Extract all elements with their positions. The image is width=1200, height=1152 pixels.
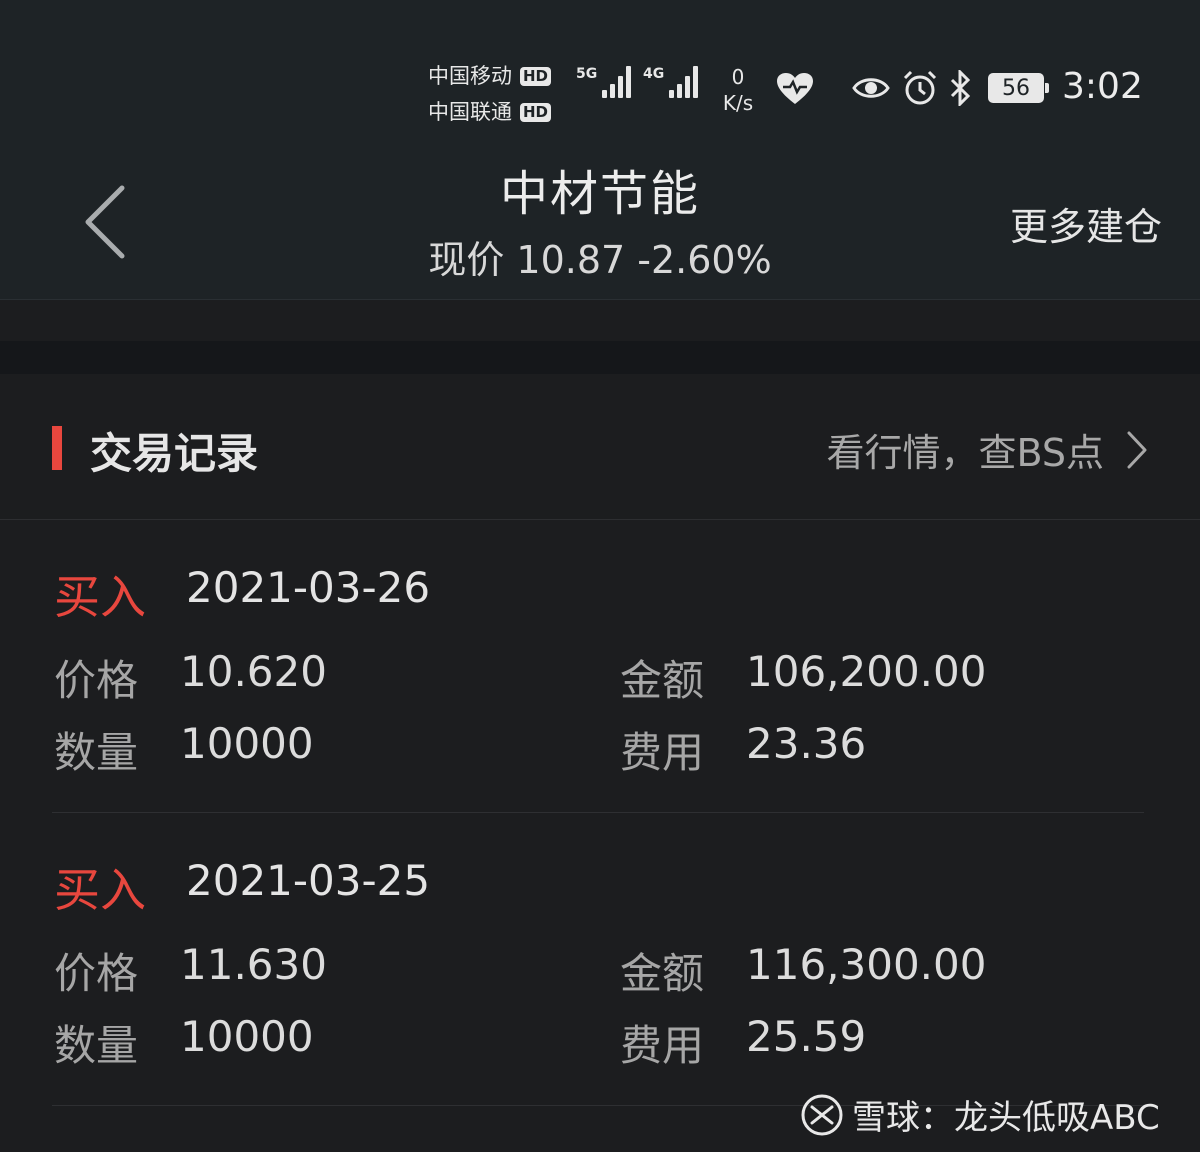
quantity-label: 数量: [54, 1021, 139, 1070]
network-speed: 0 K/s: [716, 64, 760, 116]
fee-value: 25.59: [746, 1012, 867, 1061]
amount-value: 106,200.00: [746, 647, 987, 696]
battery-icon: 56: [988, 73, 1049, 103]
section-accent-bar: [52, 426, 62, 470]
trade-date: 2021-03-26: [186, 563, 431, 612]
price-value: 10.620: [180, 647, 327, 696]
fee-value: 23.36: [746, 719, 867, 768]
price-label: 价格: [54, 949, 139, 998]
net-5g-label: 5G: [576, 66, 598, 82]
divider: [52, 812, 1144, 813]
more-positions-button[interactable]: 更多建仓: [1010, 196, 1162, 251]
separator-band: [0, 341, 1200, 374]
spacer: [0, 301, 1200, 341]
trade-type: 买入: [54, 570, 146, 624]
speed-unit: K/s: [722, 91, 754, 115]
trade-type: 买入: [54, 863, 146, 917]
hd-badge: HD: [520, 66, 552, 86]
hd-badge: HD: [520, 102, 552, 122]
speed-value: 0: [731, 65, 745, 89]
alarm-icon: [903, 70, 937, 105]
trade-record[interactable]: 买入 2021-03-25 价格 11.630 金额 116,300.00 数量…: [0, 814, 1200, 1106]
quantity-value: 10000: [180, 1012, 314, 1061]
amount-value: 116,300.00: [746, 940, 987, 989]
status-bar: 中国移动 HD 中国联通 HD 5G 4G 0 K/s 56 3:02: [0, 0, 1200, 140]
signal-4g-icon: 4G: [643, 66, 699, 98]
section-header: 交易记录 看行情，查BS点: [0, 374, 1200, 520]
carrier-1: 中国移动: [428, 64, 512, 88]
carrier-2: 中国联通: [428, 100, 512, 124]
view-market-link[interactable]: 看行情，查BS点: [826, 422, 1148, 477]
amount-label: 金额: [620, 949, 705, 998]
xueqiu-logo-icon: [801, 1094, 843, 1135]
fee-label: 费用: [620, 728, 705, 777]
quantity-label: 数量: [54, 728, 139, 777]
net-4g-label: 4G: [643, 66, 665, 82]
current-price: 现价 10.87 -2.60%: [428, 238, 772, 282]
heart-icon: [777, 73, 813, 104]
header-title-block: 中材节能 现价 10.87 -2.60%: [350, 162, 850, 290]
view-market-label: 看行情，查BS点: [826, 431, 1104, 475]
amount-label: 金额: [620, 656, 705, 705]
quantity-value: 10000: [180, 719, 314, 768]
watermark-text: 雪球：龙头低吸ABC: [852, 1098, 1160, 1138]
chevron-right-icon: [1127, 431, 1147, 468]
watermark: 雪球：龙头低吸ABC: [800, 1090, 1160, 1139]
fee-label: 费用: [620, 1021, 705, 1070]
section-title: 交易记录: [90, 429, 259, 478]
bluetooth-icon: [950, 70, 971, 106]
eye-icon: [852, 78, 890, 98]
price-value: 11.630: [180, 940, 327, 989]
nav-bar: 中材节能 现价 10.87 -2.60% 更多建仓: [0, 140, 1200, 300]
back-arrow-icon[interactable]: [80, 182, 130, 262]
clock: 3:02: [1062, 66, 1143, 107]
battery-level: 56: [1002, 75, 1030, 101]
carrier-info: 中国移动 HD 中国联通 HD: [428, 58, 552, 130]
stock-name: 中材节能: [499, 166, 700, 222]
price-label: 价格: [54, 656, 139, 705]
signal-5g-icon: 5G: [576, 66, 632, 98]
trade-date: 2021-03-25: [186, 856, 431, 905]
trade-record[interactable]: 买入 2021-03-26 价格 10.620 金额 106,200.00 数量…: [0, 521, 1200, 813]
